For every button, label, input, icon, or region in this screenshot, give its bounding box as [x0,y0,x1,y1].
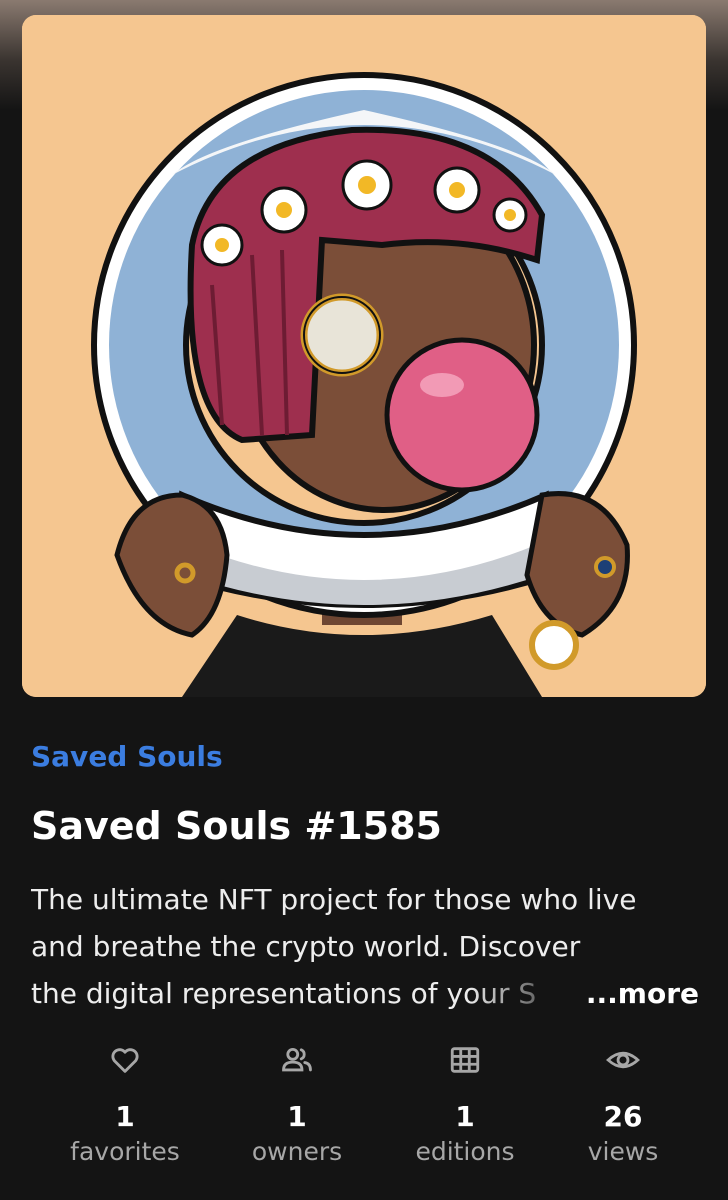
stat-value: 1 [115,1100,135,1133]
stat-owners[interactable]: 1 owners [212,1040,382,1166]
description-fade-text: the digital representations of your S [31,977,537,1010]
stat-label: views [587,1137,659,1166]
stat-label: editions [415,1137,515,1166]
stats-bar: 1 favorites 1 owners 1 editions 26 views [40,1040,708,1180]
stat-label: favorites [70,1137,180,1166]
grid-icon [380,1040,550,1080]
description-line-truncated: the digital representations of your S ..… [31,970,703,1017]
people-icon [212,1040,382,1080]
nft-artwork[interactable] [22,15,706,697]
collection-link[interactable]: Saved Souls [31,740,223,773]
nft-description: The ultimate NFT project for those who l… [31,876,703,1017]
stat-value: 1 [455,1100,475,1133]
eye-icon [538,1040,708,1080]
nft-title: Saved Souls #1585 [31,804,442,848]
description-line: The ultimate NFT project for those who l… [31,883,637,916]
stat-value: 26 [603,1100,643,1133]
stat-label: owners [251,1137,343,1166]
stat-value: 1 [287,1100,307,1133]
stat-favorites[interactable]: 1 favorites [40,1040,210,1166]
read-more-link[interactable]: ...more [586,970,699,1017]
stat-editions[interactable]: 1 editions [380,1040,550,1166]
description-line: and breathe the crypto world. Discover [31,930,581,963]
heart-icon [40,1040,210,1080]
stat-views[interactable]: 26 views [538,1040,708,1166]
